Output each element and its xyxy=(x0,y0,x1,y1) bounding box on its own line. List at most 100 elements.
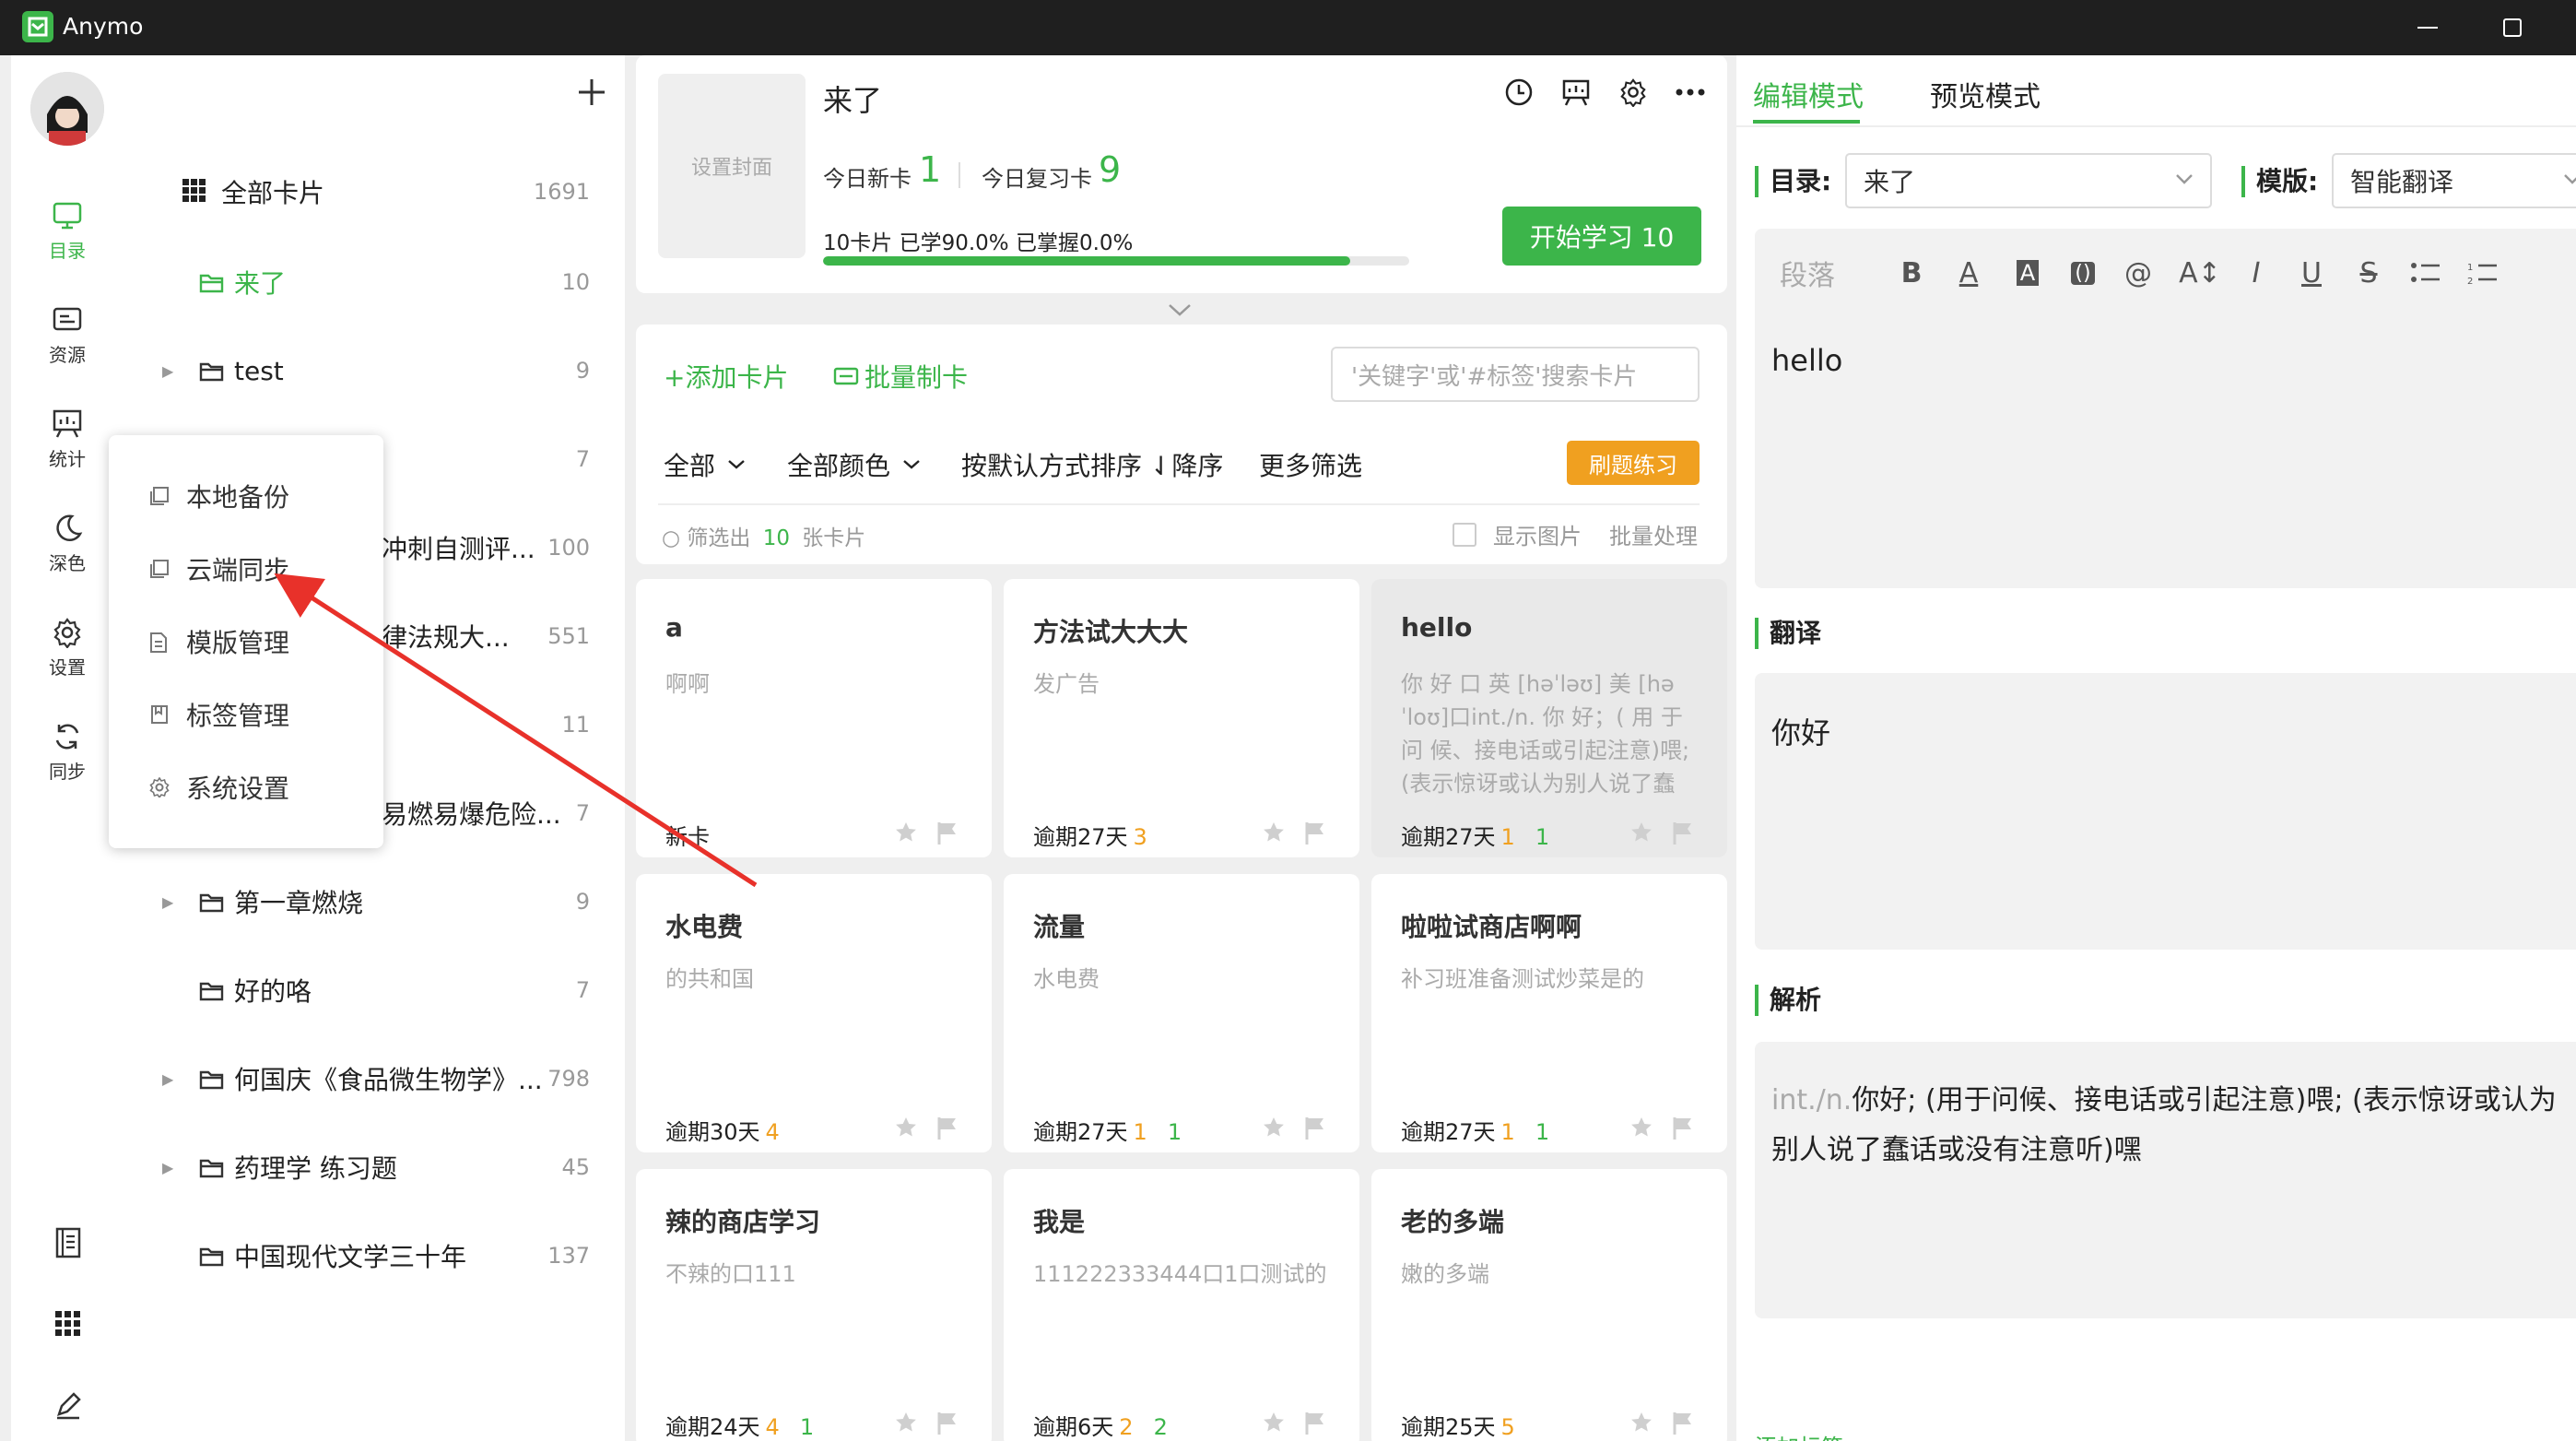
highlight-icon[interactable]: A xyxy=(2007,253,2048,293)
rail-item-dark-mode[interactable]: 深色 xyxy=(22,497,112,585)
show-images-toggle[interactable]: 显示图片 xyxy=(1453,518,1582,550)
folder-open-icon xyxy=(199,273,225,293)
flag-icon[interactable] xyxy=(936,1411,959,1435)
rail-item-statistics[interactable]: 统计 xyxy=(22,393,112,481)
front-field-text[interactable]: hello xyxy=(1771,343,1842,378)
paragraph-dropdown[interactable]: 段落 xyxy=(1775,253,1840,293)
template-select[interactable]: 智能翻译 xyxy=(2332,153,2576,208)
menu-item-system-settings[interactable]: 系统设置 xyxy=(149,760,371,815)
add-card-button[interactable]: +添加卡片 xyxy=(664,358,788,395)
tree-item-test[interactable]: ▶ test 9 xyxy=(157,343,599,398)
card-item[interactable]: 流量 水电费 逾期27天 1 1 xyxy=(1004,874,1359,1152)
menu-item-tag-manage[interactable]: 标签管理 xyxy=(149,687,371,742)
strikethrough-icon[interactable]: S xyxy=(2348,253,2389,293)
card-item[interactable]: 辣的商店学习 不辣的⼝111 逾期24天 4 1 xyxy=(636,1169,992,1441)
avatar[interactable] xyxy=(30,72,104,146)
star-icon[interactable] xyxy=(1262,1411,1286,1435)
italic-icon[interactable]: I xyxy=(2236,253,2276,293)
star-icon[interactable] xyxy=(1629,821,1653,845)
tree-item-chapter-one[interactable]: ▶ 第一章燃烧 9 xyxy=(157,874,599,929)
filter-all-dropdown[interactable]: 全部 xyxy=(664,446,747,483)
maximize-button[interactable] xyxy=(2494,9,2531,46)
active-tab-underline xyxy=(1753,120,1860,124)
translation-field-text[interactable]: 你好 xyxy=(1771,710,1830,752)
analysis-line-1[interactable]: int./n.你好; (用于问候、接电话或引起注意)喂; (表示惊讶或认为 xyxy=(1771,1077,2557,1117)
flag-icon[interactable] xyxy=(936,1116,959,1140)
practice-button[interactable]: 刷题练习 xyxy=(1567,441,1700,485)
flag-icon[interactable] xyxy=(1304,1116,1326,1140)
card-item[interactable]: 啦啦试商店啊啊 补习班准备测试炒菜是的 逾期27天 1 1 xyxy=(1371,874,1727,1152)
star-icon[interactable] xyxy=(1629,1116,1653,1140)
flag-icon[interactable] xyxy=(1672,1411,1694,1435)
font-size-icon[interactable]: A↕ xyxy=(2177,253,2223,293)
minimize-button[interactable] xyxy=(2409,9,2446,46)
menu-item-cloud-sync[interactable]: 云端同步 xyxy=(149,541,371,596)
font-color-icon[interactable]: A xyxy=(1948,253,1989,293)
tab-edit-mode[interactable]: 编辑模式 xyxy=(1753,74,1864,114)
star-icon[interactable] xyxy=(894,1411,918,1435)
bold-icon[interactable]: B xyxy=(1891,253,1932,293)
tree-item-food-microbiology[interactable]: ▶ 何国庆《食品微生物学》... 798 xyxy=(157,1051,599,1106)
batch-make-button[interactable]: 批量制卡 xyxy=(833,358,968,395)
history-clock-icon[interactable] xyxy=(1500,74,1537,111)
rail-item-catalog[interactable]: 目录 xyxy=(22,184,112,273)
card-item[interactable]: 水电费 的共和国 逾期30天 4 xyxy=(636,874,992,1152)
flag-icon[interactable] xyxy=(1304,821,1326,845)
analysis-line-2[interactable]: 别人说了蠢话或没有注意听)嘿 xyxy=(1771,1127,2142,1167)
star-icon[interactable] xyxy=(1629,1411,1653,1435)
flag-icon[interactable] xyxy=(936,821,959,845)
deck-settings-gear-icon[interactable] xyxy=(1615,74,1652,111)
add-deck-button[interactable] xyxy=(570,70,614,114)
sort-dropdown[interactable]: 按默认方式排序 ⇃降序 xyxy=(961,446,1223,483)
card-item[interactable]: 我是 111222333444⼝1⼝测试的 逾期6天 2 2 xyxy=(1004,1169,1359,1441)
caret-right-icon[interactable]: ▶ xyxy=(162,893,173,911)
rail-item-sync[interactable]: 同步 xyxy=(22,705,112,794)
directory-select[interactable]: 来了 xyxy=(1845,153,2212,208)
bullet-list-icon[interactable] xyxy=(2405,253,2446,293)
presentation-icon[interactable] xyxy=(1558,74,1594,111)
star-icon[interactable] xyxy=(1262,1116,1286,1140)
flag-icon[interactable] xyxy=(1304,1411,1326,1435)
notebook-icon[interactable] xyxy=(48,1222,88,1263)
caret-right-icon[interactable]: ▶ xyxy=(162,1159,173,1176)
batch-process-button[interactable]: 批量处理 xyxy=(1609,518,1698,550)
translation-field-editor[interactable] xyxy=(1755,673,2576,950)
tree-item-modern-literature[interactable]: 中国现代文学三十年 137 xyxy=(157,1228,599,1283)
collapse-header-chevron-icon[interactable] xyxy=(1163,299,1196,321)
search-input[interactable]: '关键字'或'#标签'搜索卡片 xyxy=(1331,347,1700,402)
underline-icon[interactable]: U xyxy=(2291,253,2332,293)
caret-right-icon[interactable]: ▶ xyxy=(162,1070,173,1088)
caret-right-icon[interactable]: ▶ xyxy=(162,362,173,380)
mention-icon[interactable]: @ xyxy=(2118,253,2158,293)
menu-item-template-manage[interactable]: 模版管理 xyxy=(149,614,371,669)
tree-item-hao-de-lo[interactable]: 好的咯 7 xyxy=(157,963,599,1018)
card-item[interactable]: hello 你 好 ⼝ 英 [həˈləʊ] 美 [həˈloʊ]⼝int./n.… xyxy=(1371,579,1727,857)
set-cover-button[interactable]: 设置封面 xyxy=(658,74,806,258)
start-study-button[interactable]: 开始学习 10 xyxy=(1502,207,1701,266)
flag-icon[interactable] xyxy=(1672,1116,1694,1140)
cloze-icon[interactable]: () xyxy=(2063,253,2103,293)
star-icon[interactable] xyxy=(894,821,918,845)
card-item[interactable]: a 啊啊 新卡 xyxy=(636,579,992,857)
tab-preview-mode[interactable]: 预览模式 xyxy=(1930,74,2041,114)
flag-icon[interactable] xyxy=(1672,821,1694,845)
filter-color-dropdown[interactable]: 全部颜色 xyxy=(787,446,922,483)
pen-icon[interactable] xyxy=(48,1385,88,1425)
rail-item-settings[interactable]: 设置 xyxy=(22,601,112,690)
menu-item-local-backup[interactable]: 本地备份 xyxy=(149,468,371,524)
rail-item-resources[interactable]: 资源 xyxy=(22,289,112,377)
star-icon[interactable] xyxy=(894,1116,918,1140)
front-field-editor[interactable] xyxy=(1755,229,2576,588)
show-images-checkbox[interactable] xyxy=(1453,522,1476,547)
more-options-icon[interactable] xyxy=(1672,74,1709,111)
numbered-list-icon[interactable]: 12 xyxy=(2463,253,2503,293)
card-item[interactable]: 方法试大大大 发广告 逾期27天 3 xyxy=(1004,579,1359,857)
card-item[interactable]: 老的多端 嫩的多端 逾期25天 5 xyxy=(1371,1169,1727,1441)
tree-item-lai-le[interactable]: 来了 10 xyxy=(157,254,599,310)
star-icon[interactable] xyxy=(1262,821,1286,845)
tree-item-pharmacology[interactable]: ▶ 药理学 练习题 45 xyxy=(157,1140,599,1195)
add-tag-link[interactable]: 添加标签 xyxy=(1755,1429,1843,1441)
more-filter-button[interactable]: 更多筛选 xyxy=(1259,446,1362,483)
tree-item-all-cards[interactable]: 全部卡片 1691 xyxy=(157,164,599,219)
grid-apps-icon[interactable] xyxy=(48,1304,88,1344)
